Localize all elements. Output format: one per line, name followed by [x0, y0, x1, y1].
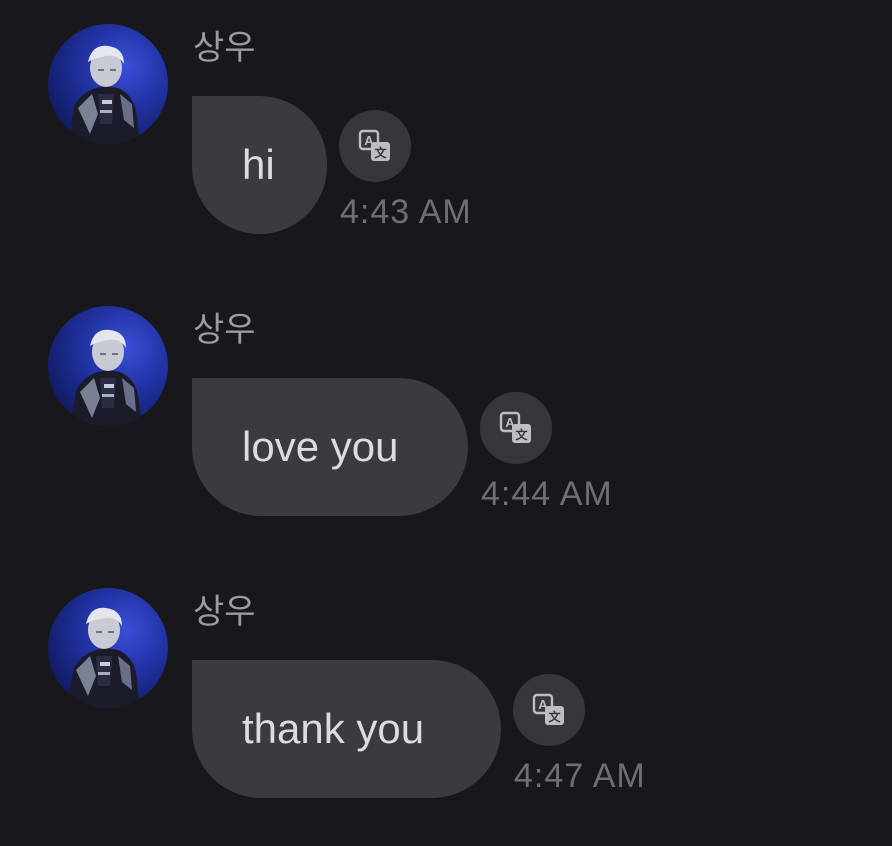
- sender-name: 상우: [193, 28, 256, 68]
- avatar[interactable]: [48, 306, 168, 426]
- message-bubble[interactable]: love you: [192, 378, 468, 516]
- message-timestamp: 4:47 AM: [514, 757, 646, 795]
- svg-text:文: 文: [515, 427, 528, 442]
- message-bubble[interactable]: thank you: [192, 660, 501, 798]
- svg-text:文: 文: [374, 145, 387, 160]
- translate-button[interactable]: A 文: [513, 674, 585, 746]
- svg-text:文: 文: [548, 709, 561, 724]
- sender-name: 상우: [193, 592, 256, 632]
- message-text: thank you: [242, 705, 425, 752]
- translate-icon: A 文: [532, 693, 564, 725]
- message-timestamp: 4:44 AM: [481, 475, 613, 513]
- translate-button[interactable]: A 文: [480, 392, 552, 464]
- message-bubble[interactable]: hi: [192, 96, 327, 234]
- avatar[interactable]: [48, 24, 168, 144]
- message-timestamp: 4:43 AM: [340, 193, 472, 231]
- translate-button[interactable]: A 文: [339, 110, 411, 182]
- message-row: 상우 thank you A 文 4:47 AM: [0, 564, 892, 804]
- message-row: 상우 love you A 文 4:44 AM: [0, 282, 892, 522]
- sender-name: 상우: [193, 310, 256, 350]
- profile-photo-icon: [68, 45, 140, 144]
- profile-photo-icon: [70, 329, 142, 426]
- message-text: hi: [242, 141, 275, 188]
- profile-photo-icon: [66, 607, 140, 708]
- message-row: 상우 hi A 文 4:43 AM: [0, 0, 892, 240]
- avatar[interactable]: [48, 588, 168, 708]
- translate-icon: A 文: [499, 411, 531, 443]
- translate-icon: A 文: [358, 129, 390, 161]
- message-text: love you: [242, 423, 399, 470]
